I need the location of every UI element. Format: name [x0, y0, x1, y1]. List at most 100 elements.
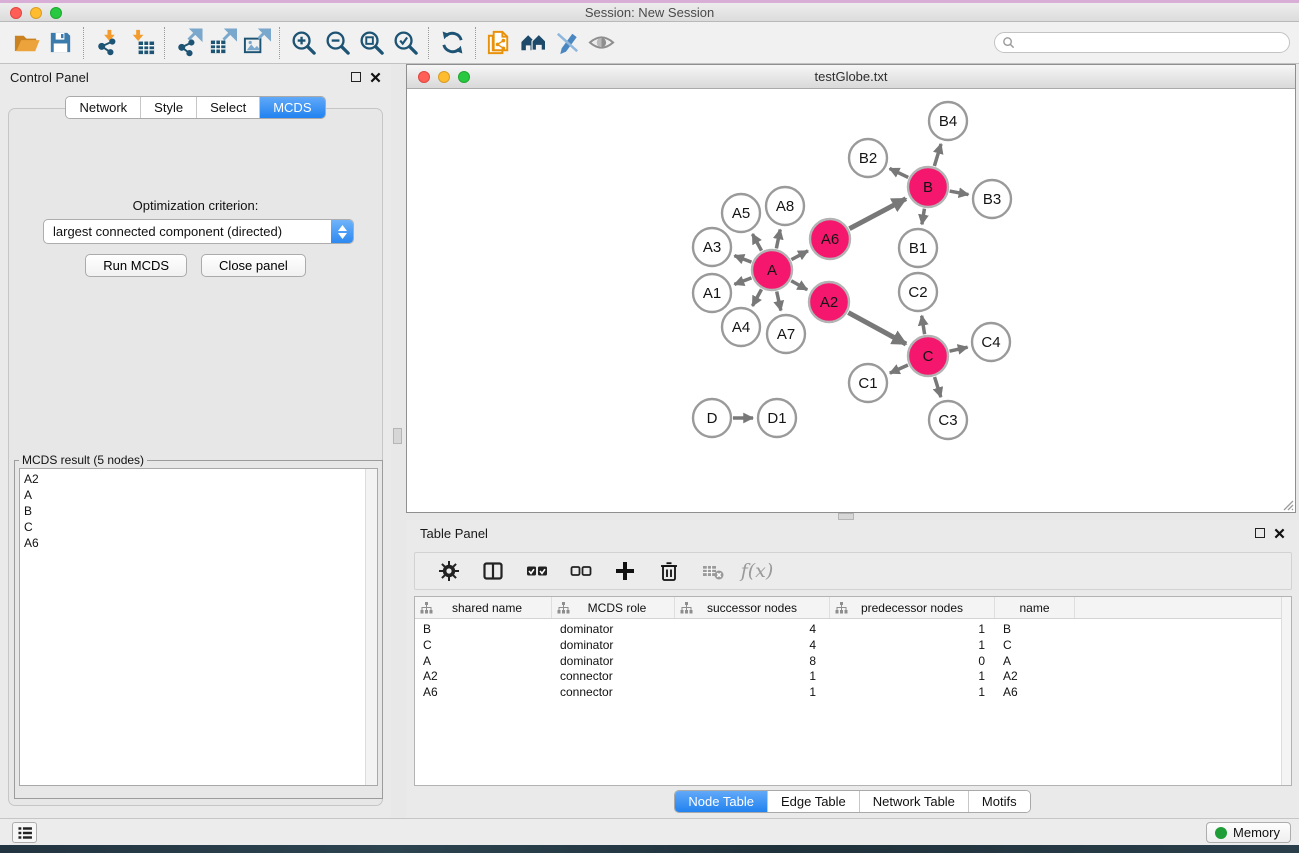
edge-A-A8[interactable]: [776, 230, 780, 249]
search-input[interactable]: [1015, 34, 1289, 51]
delete-table-button[interactable]: [691, 556, 735, 586]
node-A7[interactable]: A7: [767, 315, 805, 353]
close-traffic-light[interactable]: [418, 71, 430, 83]
edge-A-A2[interactable]: [791, 281, 807, 290]
optimization-criterion-select[interactable]: largest connected component (directed): [43, 219, 354, 244]
node-A4[interactable]: A4: [722, 308, 760, 346]
column-browser-button[interactable]: [471, 556, 515, 586]
float-panel-icon[interactable]: [351, 72, 361, 82]
result-item[interactable]: A2: [24, 471, 377, 487]
mcds-result-list[interactable]: A2ABCA6: [19, 468, 378, 786]
node-A5[interactable]: A5: [722, 194, 760, 232]
edge-A-A6[interactable]: [791, 251, 808, 260]
search-field[interactable]: [994, 32, 1290, 53]
deselect-all-button[interactable]: [559, 556, 603, 586]
edge-B-B3[interactable]: [950, 191, 969, 195]
table-settings-button[interactable]: [427, 556, 471, 586]
node-B[interactable]: B: [908, 167, 948, 207]
import-network-button[interactable]: [90, 27, 124, 59]
column-header-name[interactable]: name: [995, 597, 1075, 618]
import-table-button[interactable]: [124, 27, 158, 59]
edge-A-A1[interactable]: [734, 278, 751, 285]
edge-B-B4[interactable]: [934, 144, 941, 166]
tab-edge-table[interactable]: Edge Table: [767, 791, 859, 812]
vertical-splitter-handle[interactable]: [393, 428, 402, 444]
node-A[interactable]: A: [752, 250, 792, 290]
horizontal-splitter-handle[interactable]: [838, 513, 854, 520]
function-builder-button[interactable]: f(x): [735, 556, 779, 586]
edge-B-B2[interactable]: [890, 168, 909, 177]
graphics-details-button[interactable]: [584, 27, 618, 59]
add-column-button[interactable]: [603, 556, 647, 586]
node-C4[interactable]: C4: [972, 323, 1010, 361]
export-table-button[interactable]: [205, 27, 239, 59]
open-session-button[interactable]: [9, 27, 43, 59]
tab-style[interactable]: Style: [140, 97, 196, 118]
edge-C-C1[interactable]: [890, 365, 908, 373]
tab-mcds[interactable]: MCDS: [259, 97, 324, 118]
tab-node-table[interactable]: Node Table: [675, 791, 767, 812]
resize-grip-icon[interactable]: [1280, 497, 1294, 511]
edge-C-C2[interactable]: [922, 316, 925, 335]
edge-C-C4[interactable]: [949, 347, 967, 351]
tab-select[interactable]: Select: [196, 97, 259, 118]
export-network-button[interactable]: [171, 27, 205, 59]
node-A2[interactable]: A2: [809, 282, 849, 322]
node-C2[interactable]: C2: [899, 273, 937, 311]
edge-A-A5[interactable]: [752, 234, 761, 251]
node-A8[interactable]: A8: [766, 187, 804, 225]
edge-A-A4[interactable]: [752, 289, 761, 306]
table-scrollbar[interactable]: [1281, 597, 1291, 785]
close-panel-icon[interactable]: [370, 72, 381, 83]
table-row[interactable]: Adominator80A: [415, 654, 1291, 670]
annotation-mode-button[interactable]: [550, 27, 584, 59]
node-D[interactable]: D: [693, 399, 731, 437]
node-B4[interactable]: B4: [929, 102, 967, 140]
show-network-views-button[interactable]: [516, 27, 550, 59]
zoom-traffic-light[interactable]: [50, 7, 62, 19]
column-header-successor-nodes[interactable]: successor nodes: [675, 597, 830, 618]
table-row[interactable]: A6connector11A6: [415, 685, 1291, 701]
network-window-titlebar[interactable]: testGlobe.txt: [407, 65, 1295, 89]
node-B2[interactable]: B2: [849, 139, 887, 177]
table-row[interactable]: Bdominator41B: [415, 622, 1291, 638]
node-A6[interactable]: A6: [810, 219, 850, 259]
result-item[interactable]: B: [24, 503, 377, 519]
node-B3[interactable]: B3: [973, 180, 1011, 218]
close-traffic-light[interactable]: [10, 7, 22, 19]
memory-button[interactable]: Memory: [1206, 822, 1291, 843]
node-B1[interactable]: B1: [899, 229, 937, 267]
zoom-traffic-light[interactable]: [458, 71, 470, 83]
result-item[interactable]: C: [24, 519, 377, 535]
edge-A6-B[interactable]: [849, 199, 905, 229]
node-C3[interactable]: C3: [929, 401, 967, 439]
export-image-button[interactable]: [239, 27, 273, 59]
tab-network[interactable]: Network: [66, 97, 140, 118]
column-header-shared-name[interactable]: shared name: [415, 597, 552, 618]
edge-B-B1[interactable]: [922, 209, 925, 225]
new-network-from-selection-button[interactable]: [482, 27, 516, 59]
network-graph[interactable]: B4B2BB3A8A5A6A3B1AC2A1A2A4A7C4CC1DD1C3: [407, 89, 1295, 512]
network-canvas[interactable]: B4B2BB3A8A5A6A3B1AC2A1A2A4A7C4CC1DD1C3: [407, 89, 1295, 512]
zoom-in-button[interactable]: [286, 27, 320, 59]
tab-motifs[interactable]: Motifs: [968, 791, 1030, 812]
select-all-button[interactable]: [515, 556, 559, 586]
node-C1[interactable]: C1: [849, 364, 887, 402]
edge-A2-C[interactable]: [848, 313, 906, 344]
zoom-out-button[interactable]: [320, 27, 354, 59]
table-row[interactable]: A2connector11A2: [415, 669, 1291, 685]
minimize-traffic-light[interactable]: [30, 7, 42, 19]
close-panel-button[interactable]: Close panel: [201, 254, 306, 277]
result-scrollbar[interactable]: [365, 469, 377, 785]
table-row[interactable]: Cdominator41C: [415, 638, 1291, 654]
float-panel-icon[interactable]: [1255, 528, 1265, 538]
tab-network-table[interactable]: Network Table: [859, 791, 968, 812]
node-D1[interactable]: D1: [758, 399, 796, 437]
refresh-button[interactable]: [435, 27, 469, 59]
zoom-fit-button[interactable]: [354, 27, 388, 59]
result-item[interactable]: A: [24, 487, 377, 503]
edge-A-A3[interactable]: [734, 256, 751, 263]
node-C[interactable]: C: [908, 336, 948, 376]
edge-A-A7[interactable]: [777, 291, 781, 310]
column-header-predecessor-nodes[interactable]: predecessor nodes: [830, 597, 995, 618]
